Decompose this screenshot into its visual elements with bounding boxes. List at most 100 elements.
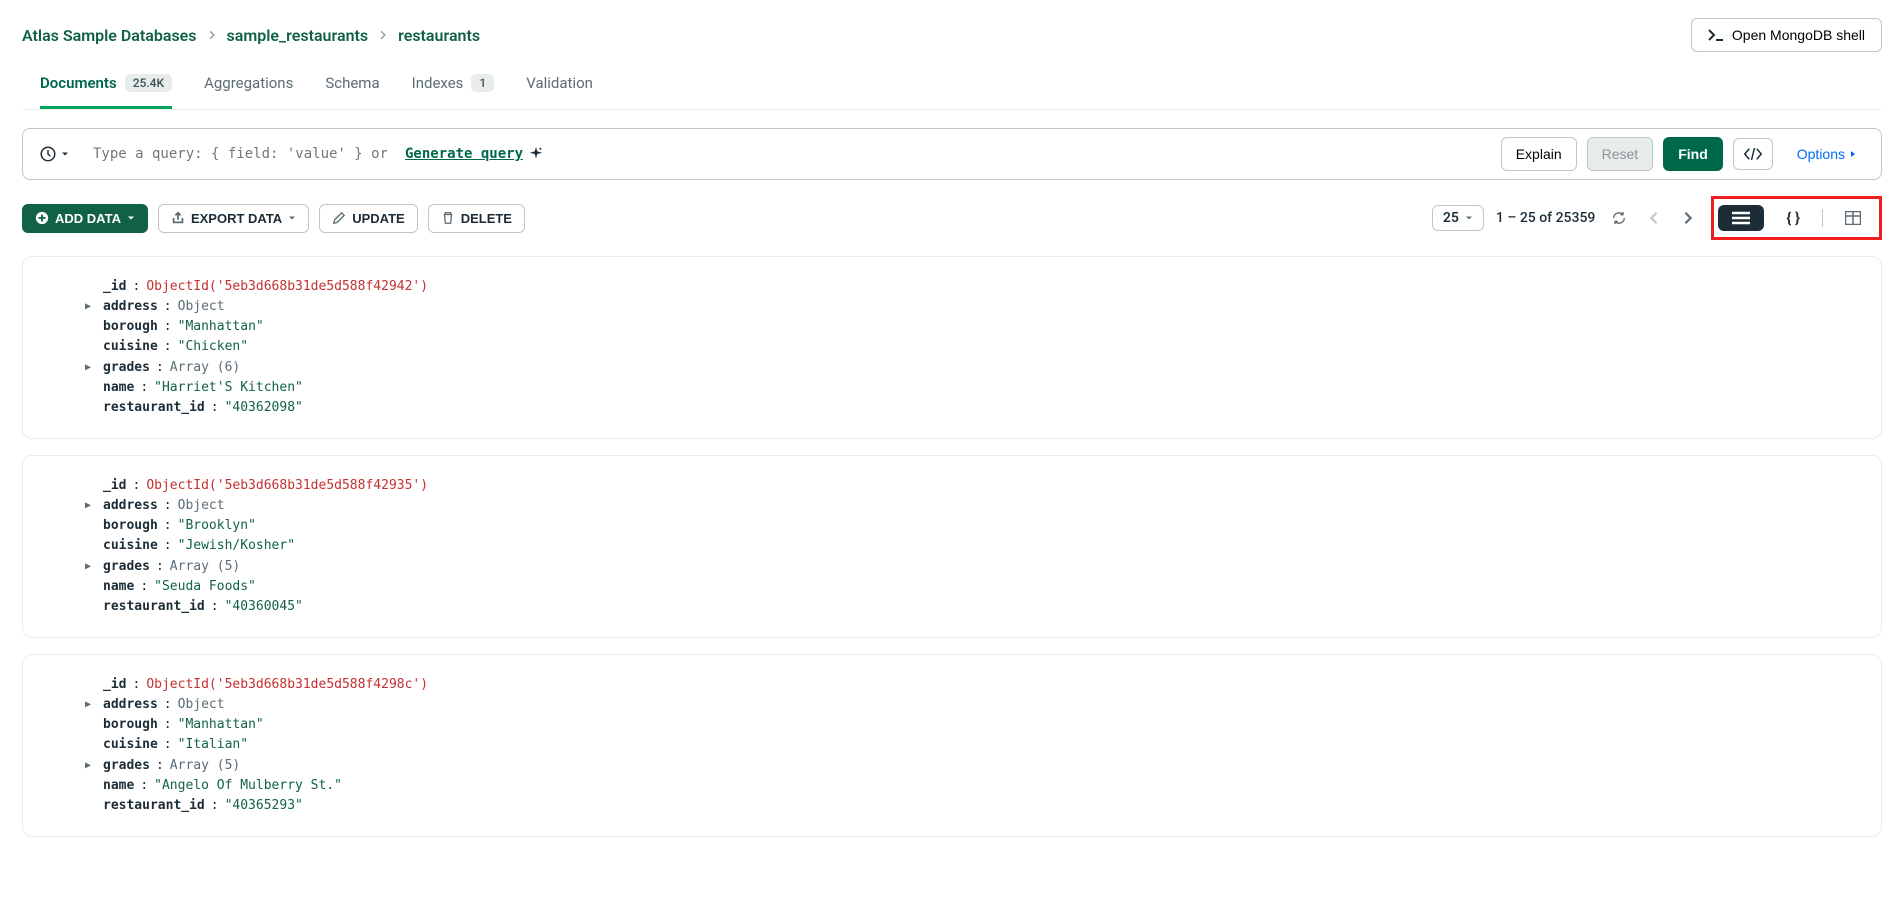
page-size-select[interactable]: 25 <box>1432 205 1484 231</box>
document-field: name : "Seuda Foods" <box>99 577 1861 597</box>
expand-caret-icon[interactable]: ▶ <box>85 697 97 713</box>
field-key: name <box>103 577 134 597</box>
table-view-button[interactable] <box>1831 205 1875 231</box>
field-value: Array (6) <box>170 358 240 378</box>
field-key: cuisine <box>103 735 158 755</box>
field-key: name <box>103 776 134 796</box>
breadcrumb-root[interactable]: Atlas Sample Databases <box>22 26 197 45</box>
query-input[interactable] <box>85 140 395 168</box>
document-field: restaurant_id : "40360045" <box>99 597 1861 617</box>
clock-icon <box>39 145 57 163</box>
json-view-button[interactable]: { } <box>1772 203 1814 233</box>
tab-schema[interactable]: Schema <box>325 64 379 109</box>
field-key: borough <box>103 516 158 536</box>
terminal-icon <box>1708 29 1724 41</box>
field-key: address <box>103 695 158 715</box>
plus-circle-icon <box>35 211 49 225</box>
document-field: borough : "Manhattan" <box>99 715 1861 735</box>
caret-down-icon <box>61 150 69 158</box>
field-key: restaurant_id <box>103 597 205 617</box>
tab-label: Aggregations <box>204 74 293 92</box>
document-card[interactable]: _id: ObjectId('5eb3d668b31de5d588f42942'… <box>22 256 1882 439</box>
prev-page-button[interactable] <box>1643 207 1665 229</box>
open-shell-button[interactable]: Open MongoDB shell <box>1691 18 1882 52</box>
field-value: "40360045" <box>225 597 303 617</box>
field-key: cuisine <box>103 536 158 556</box>
document-field: _id: ObjectId('5eb3d668b31de5d588f42942'… <box>99 277 1861 297</box>
field-key: borough <box>103 715 158 735</box>
pencil-icon <box>332 211 346 225</box>
open-shell-label: Open MongoDB shell <box>1732 27 1865 43</box>
add-data-button[interactable]: ADD DATA <box>22 204 148 233</box>
field-key: borough <box>103 317 158 337</box>
document-field: ▶address : Object <box>99 695 1861 715</box>
field-value: "Chicken" <box>178 337 248 357</box>
view-mode-group: { } <box>1711 196 1882 240</box>
code-toggle-button[interactable] <box>1733 138 1773 170</box>
delete-button[interactable]: DELETE <box>428 204 525 233</box>
tab-aggregations[interactable]: Aggregations <box>204 64 293 109</box>
braces-icon: { } <box>1786 209 1800 227</box>
document-field: _id: ObjectId('5eb3d668b31de5d588f4298c'… <box>99 675 1861 695</box>
field-key: grades <box>103 557 150 577</box>
field-value: Array (5) <box>170 756 240 776</box>
code-icon <box>1744 147 1762 161</box>
tab-documents[interactable]: Documents 25.4K <box>40 64 172 109</box>
pagination-info: 1 – 25 of 25359 <box>1496 210 1595 226</box>
field-value: "40362098" <box>225 398 303 418</box>
sparkle-icon <box>529 147 543 161</box>
list-view-button[interactable] <box>1718 205 1764 231</box>
options-button[interactable]: Options <box>1783 138 1871 170</box>
tab-indexes[interactable]: Indexes 1 <box>412 64 495 109</box>
tab-badge: 25.4K <box>125 74 172 92</box>
field-value: Object <box>178 695 225 715</box>
expand-caret-icon[interactable]: ▶ <box>85 299 97 315</box>
explain-button[interactable]: Explain <box>1501 137 1577 171</box>
tab-label: Documents <box>40 74 117 92</box>
document-field: cuisine : "Jewish/Kosher" <box>99 536 1861 556</box>
refresh-button[interactable] <box>1607 206 1631 230</box>
document-field: ▶address : Object <box>99 496 1861 516</box>
export-data-label: EXPORT DATA <box>191 211 282 226</box>
document-card[interactable]: _id: ObjectId('5eb3d668b31de5d588f4298c'… <box>22 654 1882 837</box>
chevron-right-icon <box>378 30 388 40</box>
find-button[interactable]: Find <box>1663 137 1723 171</box>
query-history-button[interactable] <box>33 141 75 167</box>
expand-caret-icon[interactable]: ▶ <box>85 559 97 575</box>
tab-label: Indexes <box>412 74 464 92</box>
field-key: name <box>103 378 134 398</box>
next-page-button[interactable] <box>1677 207 1699 229</box>
reset-button[interactable]: Reset <box>1587 137 1654 171</box>
generate-query-link[interactable]: Generate query <box>405 146 543 162</box>
collection-tabs: Documents 25.4K Aggregations Schema Indexes 1… <box>22 64 1882 110</box>
document-card[interactable]: _id: ObjectId('5eb3d668b31de5d588f42935'… <box>22 455 1882 638</box>
expand-caret-icon[interactable]: ▶ <box>85 498 97 514</box>
expand-caret-icon[interactable]: ▶ <box>85 360 97 376</box>
field-value: "Seuda Foods" <box>154 577 256 597</box>
field-value: ObjectId('5eb3d668b31de5d588f42935') <box>146 476 428 496</box>
separator <box>1822 209 1823 227</box>
expand-caret-icon[interactable]: ▶ <box>85 758 97 774</box>
caret-down-icon <box>288 214 296 222</box>
tab-badge: 1 <box>471 74 494 92</box>
tab-validation[interactable]: Validation <box>526 64 593 109</box>
export-data-button[interactable]: EXPORT DATA <box>158 204 309 233</box>
tab-label: Validation <box>526 74 593 92</box>
field-value: "Manhattan" <box>178 317 264 337</box>
document-field: restaurant_id : "40365293" <box>99 796 1861 816</box>
document-field: ▶grades : Array (5) <box>99 557 1861 577</box>
document-field: name : "Angelo Of Mulberry St." <box>99 776 1861 796</box>
breadcrumb: Atlas Sample Databases sample_restaurant… <box>22 26 480 45</box>
update-button[interactable]: UPDATE <box>319 204 417 233</box>
breadcrumb-collection[interactable]: restaurants <box>398 26 480 45</box>
field-value: ObjectId('5eb3d668b31de5d588f4298c') <box>146 675 428 695</box>
table-icon <box>1845 211 1861 225</box>
caret-down-icon <box>127 214 135 222</box>
field-key: address <box>103 297 158 317</box>
breadcrumb-db[interactable]: sample_restaurants <box>227 26 369 45</box>
field-key: grades <box>103 358 150 378</box>
caret-right-icon <box>1849 149 1857 159</box>
field-value: Object <box>178 496 225 516</box>
field-key: _id <box>103 476 126 496</box>
field-value: "Brooklyn" <box>178 516 256 536</box>
